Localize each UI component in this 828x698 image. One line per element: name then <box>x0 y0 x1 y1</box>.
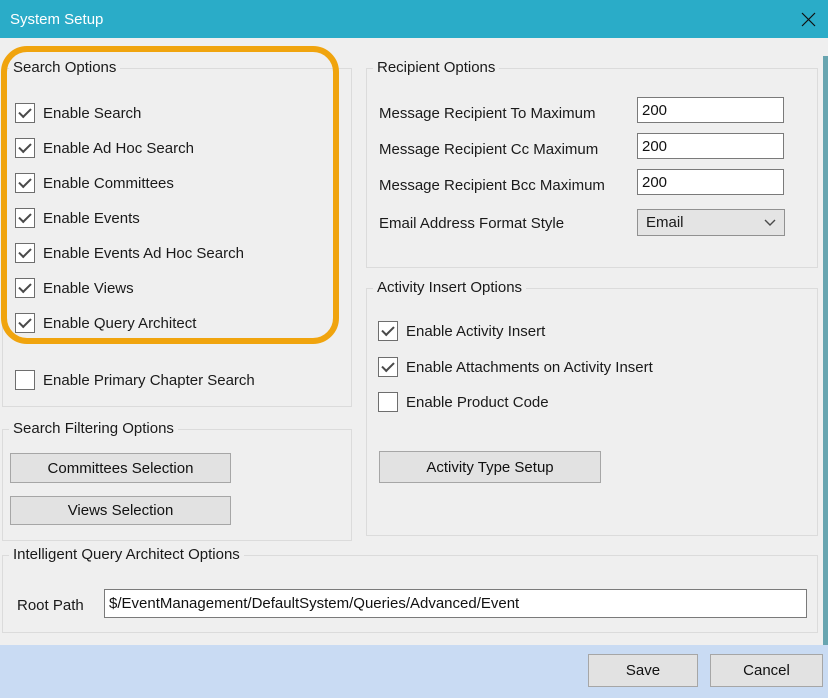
enable-events-checkbox[interactable] <box>15 208 35 228</box>
enable-query-architect-label: Enable Query Architect <box>43 315 196 332</box>
recipient-bcc-max-label: Message Recipient Bcc Maximum <box>379 177 605 194</box>
enable-events-adhoc-label: Enable Events Ad Hoc Search <box>43 245 244 262</box>
email-format-style-value: Email <box>646 214 684 231</box>
enable-views-row[interactable]: Enable Views <box>15 278 134 298</box>
activity-insert-options-group: Activity Insert Options Enable Activity … <box>366 288 818 536</box>
enable-events-adhoc-row[interactable]: Enable Events Ad Hoc Search <box>15 243 244 263</box>
views-selection-button[interactable]: Views Selection <box>10 496 231 525</box>
save-button[interactable]: Save <box>588 654 698 687</box>
footer-bar: Save Cancel <box>0 645 828 698</box>
search-options-group-label: Search Options <box>9 59 120 76</box>
enable-adhoc-search-label: Enable Ad Hoc Search <box>43 140 194 157</box>
enable-committees-label: Enable Committees <box>43 175 174 192</box>
window-edge-stripe <box>823 56 828 645</box>
root-path-input[interactable] <box>104 589 807 618</box>
committees-selection-button[interactable]: Committees Selection <box>10 453 231 483</box>
recipient-cc-max-label: Message Recipient Cc Maximum <box>379 141 598 158</box>
search-filtering-group-label: Search Filtering Options <box>9 420 178 437</box>
enable-committees-checkbox[interactable] <box>15 173 35 193</box>
enable-primary-chapter-row[interactable]: Enable Primary Chapter Search <box>15 370 255 390</box>
query-architect-group: Intelligent Query Architect Options Root… <box>2 555 818 633</box>
recipient-to-max-label: Message Recipient To Maximum <box>379 105 595 122</box>
system-setup-dialog: System Setup Search Options Enable Searc… <box>0 0 828 698</box>
enable-events-row[interactable]: Enable Events <box>15 208 140 228</box>
enable-adhoc-search-row[interactable]: Enable Ad Hoc Search <box>15 138 194 158</box>
close-button[interactable] <box>794 5 822 33</box>
enable-query-architect-row[interactable]: Enable Query Architect <box>15 313 196 333</box>
email-format-style-dropdown[interactable]: Email <box>637 209 785 236</box>
enable-search-label: Enable Search <box>43 105 141 122</box>
enable-primary-chapter-label: Enable Primary Chapter Search <box>43 372 255 389</box>
enable-adhoc-search-checkbox[interactable] <box>15 138 35 158</box>
enable-query-architect-checkbox[interactable] <box>15 313 35 333</box>
enable-events-adhoc-checkbox[interactable] <box>15 243 35 263</box>
query-architect-group-label: Intelligent Query Architect Options <box>9 546 244 563</box>
enable-attachments-label: Enable Attachments on Activity Insert <box>406 359 653 376</box>
enable-product-code-checkbox[interactable] <box>378 392 398 412</box>
recipient-options-group: Recipient Options Message Recipient To M… <box>366 68 818 268</box>
close-icon <box>800 11 817 28</box>
email-format-style-label: Email Address Format Style <box>379 215 564 232</box>
enable-search-row[interactable]: Enable Search <box>15 103 141 123</box>
recipient-to-max-input[interactable] <box>637 97 784 123</box>
enable-search-checkbox[interactable] <box>15 103 35 123</box>
activity-type-setup-button[interactable]: Activity Type Setup <box>379 451 601 483</box>
search-filtering-group: Search Filtering Options Committees Sele… <box>2 429 352 541</box>
enable-activity-insert-row[interactable]: Enable Activity Insert <box>378 321 545 341</box>
enable-views-label: Enable Views <box>43 280 134 297</box>
enable-events-label: Enable Events <box>43 210 140 227</box>
recipient-cc-max-input[interactable] <box>637 133 784 159</box>
activity-insert-group-label: Activity Insert Options <box>373 279 526 296</box>
enable-attachments-checkbox[interactable] <box>378 357 398 377</box>
enable-committees-row[interactable]: Enable Committees <box>15 173 174 193</box>
enable-product-code-row[interactable]: Enable Product Code <box>378 392 549 412</box>
enable-activity-insert-label: Enable Activity Insert <box>406 323 545 340</box>
chevron-down-icon <box>764 219 776 227</box>
enable-product-code-label: Enable Product Code <box>406 394 549 411</box>
enable-primary-chapter-checkbox[interactable] <box>15 370 35 390</box>
enable-activity-insert-checkbox[interactable] <box>378 321 398 341</box>
search-options-group: Search Options Enable Search Enable Ad H… <box>2 68 352 407</box>
recipient-options-group-label: Recipient Options <box>373 59 499 76</box>
cancel-button[interactable]: Cancel <box>710 654 823 687</box>
enable-views-checkbox[interactable] <box>15 278 35 298</box>
enable-attachments-row[interactable]: Enable Attachments on Activity Insert <box>378 357 653 377</box>
recipient-bcc-max-input[interactable] <box>637 169 784 195</box>
title-bar: System Setup <box>0 0 828 38</box>
window-title: System Setup <box>10 11 103 28</box>
root-path-label: Root Path <box>17 597 84 614</box>
